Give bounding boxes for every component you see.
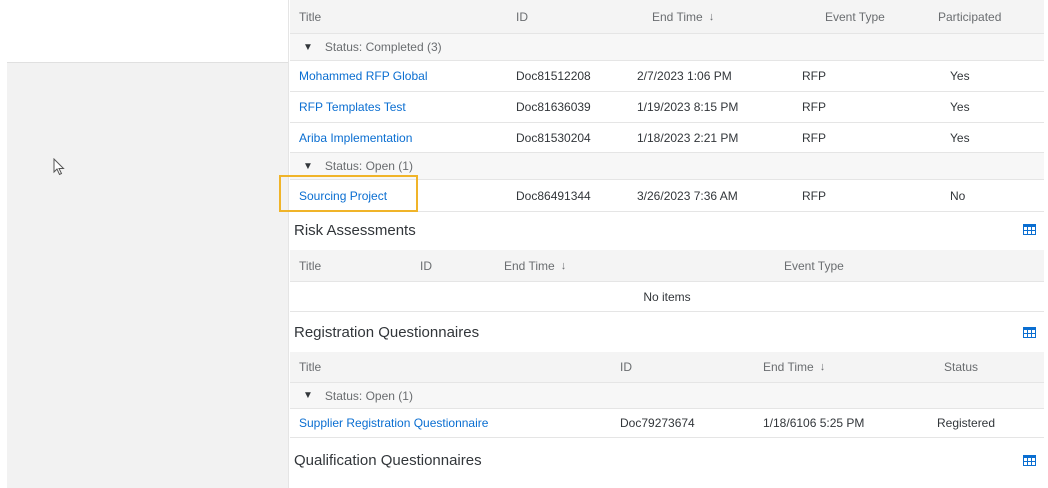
event-title-link[interactable]: RFP Templates Test: [299, 92, 406, 122]
event-end-time: 3/26/2023 7:36 AM: [637, 188, 738, 203]
event-end-time: 2/7/2023 1:06 PM: [637, 69, 732, 83]
triangle-down-icon[interactable]: ▼: [303, 390, 313, 401]
questionnaire-end-time: 1/18/6106 5:25 PM: [763, 416, 865, 430]
column-header-event-type[interactable]: Event Type: [825, 0, 885, 33]
registration-table-header: Title ID End Time ↓ Status: [290, 352, 1044, 383]
questionnaire-status: Registered: [937, 416, 996, 430]
event-participated: Yes: [950, 130, 970, 145]
sort-down-arrow-icon: ↓: [560, 259, 567, 272]
column-header-title[interactable]: Title: [299, 250, 321, 281]
risk-assessments-title: Risk Assessments: [294, 221, 416, 239]
sort-down-arrow-icon: ↓: [708, 10, 715, 23]
questionnaire-title-link[interactable]: Supplier Registration Questionnaire: [299, 409, 488, 437]
event-id: Doc81512208: [516, 69, 591, 83]
column-header-end-time[interactable]: End Time ↓: [504, 250, 566, 281]
risk-assessments-table-header: Title ID End Time ↓ Event Type: [290, 250, 1044, 282]
table-settings-icon[interactable]: [1023, 224, 1036, 235]
event-id: Doc81636039: [516, 100, 591, 114]
event-title-link[interactable]: Ariba Implementation: [299, 123, 412, 152]
event-id: Doc86491344: [516, 188, 591, 203]
group-row-completed[interactable]: ▼ Status: Completed (3): [290, 34, 1044, 61]
mouse-pointer-icon: [53, 158, 65, 176]
sort-down-arrow-icon: ↓: [819, 361, 826, 373]
registration-questionnaires-title: Registration Questionnaires: [294, 323, 480, 341]
event-type: RFP: [802, 69, 826, 83]
left-pane: [7, 0, 289, 488]
triangle-down-icon[interactable]: ▼: [303, 42, 313, 53]
group-label: Status: Completed (3): [324, 40, 442, 54]
group-row-open[interactable]: ▼ Status: Open (1): [290, 383, 1044, 409]
column-header-title[interactable]: Title: [299, 352, 321, 382]
column-header-end-time[interactable]: End Time ↓: [652, 0, 714, 33]
no-items-text: No items: [643, 289, 691, 304]
column-header-end-time-label: End Time: [504, 258, 555, 273]
event-title-link[interactable]: Mohammed RFP Global: [299, 61, 428, 91]
empty-row: No items: [290, 282, 1044, 312]
event-participated: Yes: [950, 69, 970, 83]
qualification-questionnaires-title: Qualification Questionnaires: [294, 451, 482, 469]
group-label: Status: Open (1): [324, 388, 413, 403]
group-label: Status: Open (1): [324, 159, 413, 173]
event-participated: No: [950, 188, 966, 203]
questionnaire-id: Doc79273674: [620, 416, 695, 430]
event-type: RFP: [802, 188, 826, 203]
event-end-time: 1/19/2023 8:15 PM: [637, 100, 739, 114]
column-header-id[interactable]: ID: [420, 250, 432, 281]
column-header-end-time-label: End Time: [652, 9, 703, 24]
table-settings-icon[interactable]: [1023, 455, 1036, 466]
column-header-participated[interactable]: Participated: [938, 0, 1001, 33]
highlight-box: [279, 175, 418, 212]
event-participated: Yes: [950, 100, 970, 114]
column-header-status[interactable]: Status: [944, 352, 978, 382]
table-row: Supplier Registration Questionnaire Doc7…: [290, 409, 1044, 438]
left-top-box: [7, 0, 288, 63]
table-row: RFP Templates Test Doc81636039 1/19/2023…: [290, 92, 1044, 123]
column-header-id[interactable]: ID: [516, 0, 528, 33]
table-settings-icon[interactable]: [1023, 327, 1036, 338]
column-header-end-time[interactable]: End Time ↓: [763, 352, 825, 382]
main-content: Title ID End Time ↓ Event Type Participa…: [290, 0, 1044, 488]
events-table-header: Title ID End Time ↓ Event Type Participa…: [290, 0, 1044, 34]
table-row: Ariba Implementation Doc81530204 1/18/20…: [290, 123, 1044, 153]
column-header-event-type[interactable]: Event Type: [784, 250, 844, 281]
table-row: Mohammed RFP Global Doc81512208 2/7/2023…: [290, 61, 1044, 92]
column-header-end-time-label: End Time: [763, 360, 814, 374]
column-header-id[interactable]: ID: [620, 352, 632, 382]
event-type: RFP: [802, 100, 826, 114]
column-header-title[interactable]: Title: [299, 0, 321, 33]
triangle-down-icon[interactable]: ▼: [303, 161, 313, 172]
event-id: Doc81530204: [516, 130, 591, 145]
event-end-time: 1/18/2023 2:21 PM: [637, 130, 739, 145]
event-type: RFP: [802, 130, 826, 145]
